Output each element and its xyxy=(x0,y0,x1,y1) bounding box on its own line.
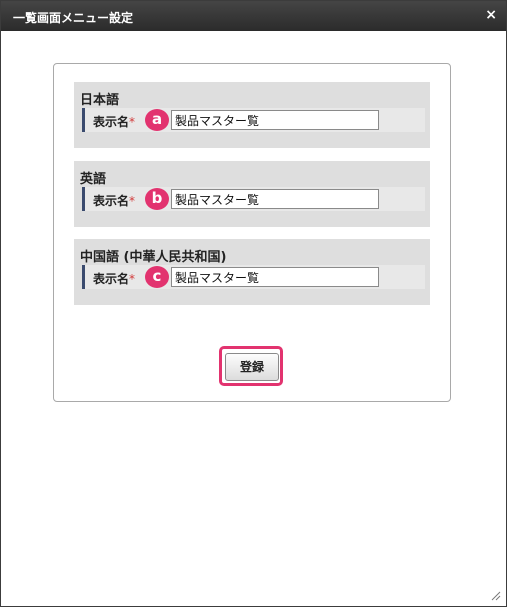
display-name-input-english[interactable] xyxy=(171,189,379,209)
close-icon[interactable]: × xyxy=(485,7,497,23)
display-name-row: 表示名* c xyxy=(82,265,425,289)
required-mark: * xyxy=(129,115,136,129)
display-name-label: 表示名* xyxy=(93,115,136,129)
section-english: 英語 表示名* b xyxy=(74,161,430,227)
display-name-input-japanese[interactable] xyxy=(171,110,379,130)
section-heading: 中国語 (中華人民共和国) xyxy=(80,250,227,265)
section-heading: 英語 xyxy=(80,172,107,187)
display-name-label: 表示名* xyxy=(93,272,136,286)
annotation-badge-c: c xyxy=(145,266,169,288)
display-name-label: 表示名* xyxy=(93,194,136,208)
dialog-titlebar[interactable]: 一覧画面メニュー設定 × xyxy=(1,1,506,31)
annotation-badge-b: b xyxy=(145,188,169,210)
annotation-badge-a: a xyxy=(145,109,169,131)
section-japanese: 日本語 表示名* a xyxy=(74,82,430,148)
section-heading: 日本語 xyxy=(80,93,120,108)
display-name-input-chinese[interactable] xyxy=(171,267,379,287)
required-mark: * xyxy=(129,194,136,208)
settings-dialog: 一覧画面メニュー設定 × 日本語 表示名* a 英語 表示名* b 中国語 (中… xyxy=(0,0,507,607)
dialog-title: 一覧画面メニュー設定 xyxy=(13,11,134,25)
section-chinese: 中国語 (中華人民共和国) 表示名* c xyxy=(74,239,430,305)
required-mark: * xyxy=(129,272,136,286)
register-button[interactable]: 登録 xyxy=(225,353,279,381)
display-name-row: 表示名* b xyxy=(82,187,425,211)
register-button-highlight: 登録 xyxy=(219,346,283,386)
form-panel: 日本語 表示名* a 英語 表示名* b 中国語 (中華人民共和国) 表示名* … xyxy=(53,63,451,402)
display-name-row: 表示名* a xyxy=(82,108,425,132)
resize-grip-icon[interactable] xyxy=(489,589,501,601)
